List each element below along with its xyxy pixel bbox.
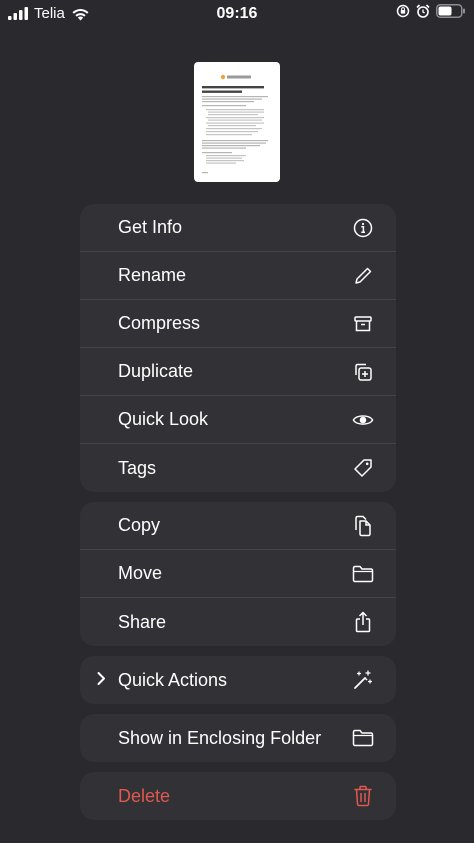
trash-icon bbox=[352, 785, 374, 807]
show-in-enclosing-folder-menu-item[interactable]: Show in Enclosing Folder bbox=[80, 714, 396, 762]
get-info-menu-item[interactable]: Get Info bbox=[80, 204, 396, 252]
info-icon bbox=[352, 217, 374, 239]
delete-menu-item[interactable]: Delete bbox=[80, 772, 396, 820]
chevron-right-icon bbox=[96, 670, 106, 691]
move-menu-item[interactable]: Move bbox=[80, 550, 396, 598]
copy-menu-item[interactable]: Copy bbox=[80, 502, 396, 550]
compress-menu-item[interactable]: Compress bbox=[80, 300, 396, 348]
archive-box-icon bbox=[352, 313, 374, 335]
quick-look-menu-item[interactable]: Quick Look bbox=[80, 396, 396, 444]
rename-menu-item[interactable]: Rename bbox=[80, 252, 396, 300]
battery-icon bbox=[436, 4, 465, 18]
alarm-icon bbox=[416, 4, 430, 18]
menu-separator bbox=[80, 646, 396, 656]
document-preview-image bbox=[202, 74, 268, 174]
share-icon bbox=[352, 611, 374, 633]
quick-actions-menu-item[interactable]: Quick Actions bbox=[80, 656, 396, 704]
document-thumbnail bbox=[194, 62, 280, 182]
menu-group-2: Copy Move Share bbox=[80, 502, 396, 646]
status-right bbox=[396, 4, 466, 18]
copy-icon bbox=[352, 515, 374, 537]
menu-separator bbox=[80, 704, 396, 714]
duplicate-menu-item[interactable]: Duplicate bbox=[80, 348, 396, 396]
eye-icon bbox=[352, 409, 374, 431]
tags-menu-item[interactable]: Tags bbox=[80, 444, 396, 492]
menu-group-3: Quick Actions bbox=[80, 656, 396, 704]
pencil-icon bbox=[352, 265, 374, 287]
tag-icon bbox=[352, 457, 374, 479]
menu-group-5: Delete bbox=[80, 772, 396, 820]
menu-separator bbox=[80, 762, 396, 772]
menu-group-1: Get Info Rename Compress Duplicate Quick… bbox=[80, 204, 396, 492]
orientation-lock-icon bbox=[396, 4, 410, 18]
folder-icon bbox=[352, 563, 374, 585]
sparkles-icon bbox=[352, 669, 374, 691]
duplicate-icon bbox=[352, 361, 374, 383]
menu-separator bbox=[80, 492, 396, 502]
context-menu: Get Info Rename Compress Duplicate Quick… bbox=[80, 204, 396, 820]
menu-group-4: Show in Enclosing Folder bbox=[80, 714, 396, 762]
folder-icon bbox=[352, 727, 374, 749]
share-menu-item[interactable]: Share bbox=[80, 598, 396, 646]
status-bar: Telia 09:16 bbox=[0, 0, 474, 28]
